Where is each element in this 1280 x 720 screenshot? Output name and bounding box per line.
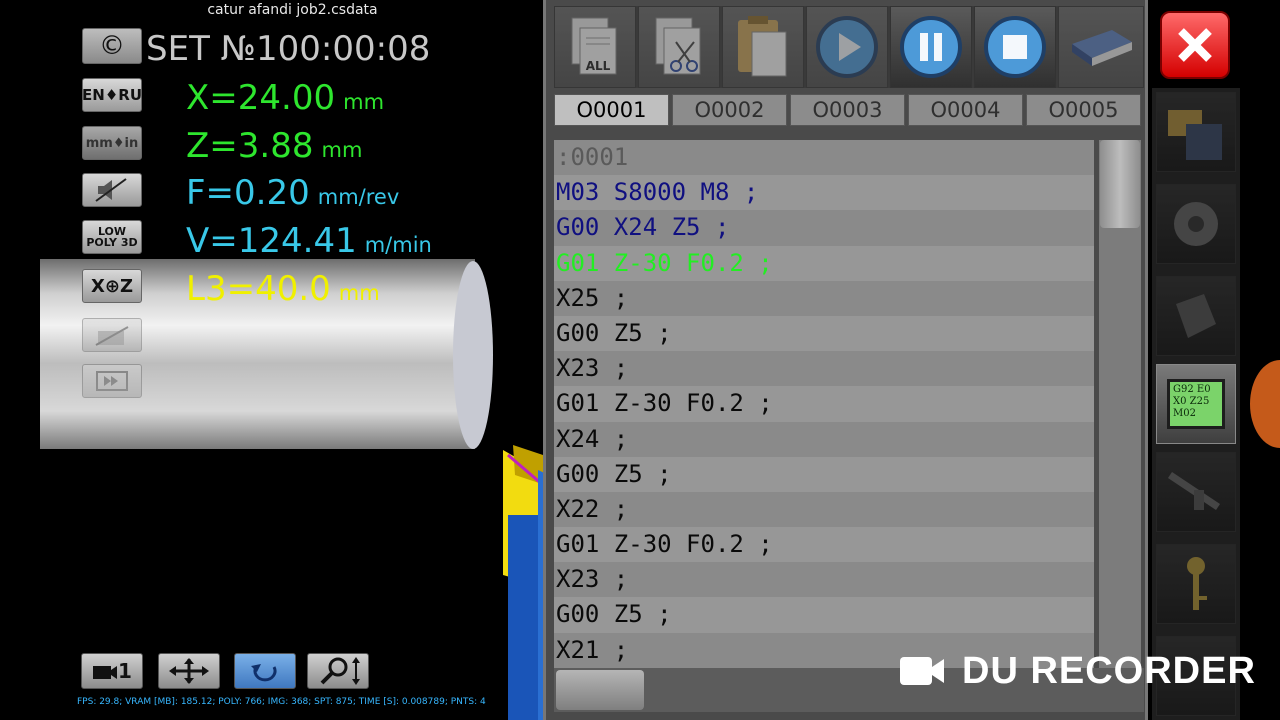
- sound-mute-button[interactable]: [82, 173, 142, 207]
- tab-o0005[interactable]: O0005: [1026, 94, 1141, 126]
- code-line[interactable]: X22 ;: [554, 491, 1094, 528]
- gcode-screen-icon: G92 E0 X0 Z25 M02: [1167, 379, 1225, 429]
- chuck-icon: [1174, 202, 1218, 246]
- code-line[interactable]: :0001: [554, 140, 1094, 176]
- fast-forward-icon: [96, 371, 128, 391]
- key-icon: [1187, 557, 1207, 610]
- caliper-icon: [1168, 472, 1220, 510]
- readout-z-unit: mm: [321, 138, 363, 162]
- code-line[interactable]: X24 ;: [554, 421, 1094, 457]
- copyright-button[interactable]: ©: [82, 28, 142, 64]
- paste-button[interactable]: [722, 6, 804, 88]
- right-tool-column: G92 E0 X0 Z25 M02: [1152, 88, 1240, 720]
- fast-forward-button[interactable]: [82, 364, 142, 398]
- stop-icon: [984, 16, 1046, 78]
- zoom-button[interactable]: [307, 653, 369, 689]
- pan-button[interactable]: [158, 653, 220, 689]
- watermark-text: DU RECORDER: [962, 649, 1256, 692]
- performance-stats: FPS: 29.8; VRAM [MB]: 185.12; POLY: 766;…: [77, 697, 486, 707]
- side-menu-handle[interactable]: [1250, 360, 1280, 448]
- chart-toggle-button[interactable]: [82, 318, 142, 352]
- pause-icon: [900, 16, 962, 78]
- key-button[interactable]: [1156, 544, 1236, 624]
- set-time-label: SET №100:00:08: [146, 29, 431, 69]
- rotate-button[interactable]: [234, 653, 296, 689]
- readout-z: Z=3.88 mm: [186, 126, 362, 166]
- caliper-button[interactable]: [1156, 452, 1236, 532]
- chuck-button[interactable]: [1156, 184, 1236, 264]
- readout-length-value: L3=40.0: [186, 269, 331, 309]
- code-line[interactable]: G01 Z-30 F0.2 ;: [554, 386, 1094, 422]
- code-line[interactable]: G00 Z5 ;: [554, 456, 1094, 492]
- program-toolbar: ALL: [554, 6, 1144, 88]
- low-poly-3d-button[interactable]: LOW POLY 3D: [82, 220, 142, 254]
- window-title: catur afandi job2.csdata: [207, 2, 378, 18]
- video-camera-icon: [900, 657, 944, 685]
- move-arrows-icon: [169, 658, 209, 684]
- code-line[interactable]: X25 ;: [554, 280, 1094, 316]
- readout-x: X=24.00 mm: [186, 78, 384, 118]
- code-line[interactable]: X23 ;: [554, 351, 1094, 387]
- rotate-icon: [251, 664, 277, 682]
- pause-button[interactable]: [890, 6, 972, 88]
- tool-holder-button[interactable]: [1156, 276, 1236, 356]
- tab-o0004[interactable]: O0004: [908, 94, 1023, 126]
- code-line[interactable]: M03 S8000 M8 ;: [554, 175, 1094, 211]
- code-line[interactable]: G01 Z-30 F0.2 ;: [554, 527, 1094, 563]
- camera-select-button[interactable]: 1: [81, 653, 143, 689]
- stop-button[interactable]: [974, 6, 1056, 88]
- readout-x-value: X=24.00: [186, 78, 336, 118]
- cut-scissors-icon: [655, 17, 701, 75]
- readout-speed-unit: m/min: [364, 233, 432, 257]
- select-all-label: ALL: [586, 59, 611, 73]
- code-line[interactable]: G00 Z5 ;: [554, 597, 1094, 633]
- close-icon: [1178, 28, 1212, 62]
- low-poly-3d-label: LOW POLY 3D: [86, 225, 138, 249]
- gcode-editor[interactable]: :0001 M03 S8000 M8 ; G00 X24 Z5 ; G01 Z-30 …: [554, 140, 1094, 668]
- units-toggle-button[interactable]: mm♦in: [82, 126, 142, 160]
- gcode-screen-button[interactable]: G92 E0 X0 Z25 M02: [1156, 364, 1236, 444]
- vertical-scrollbar[interactable]: [1099, 140, 1141, 668]
- code-line[interactable]: G00 X24 Z5 ;: [554, 210, 1094, 246]
- save-file-button[interactable]: [1156, 92, 1236, 172]
- chart-crossed-icon: [95, 326, 129, 346]
- readout-x-unit: mm: [343, 90, 385, 114]
- play-icon: [816, 16, 878, 78]
- zoom-magnifier-icon: [320, 657, 360, 685]
- speaker-muted-icon: [95, 178, 127, 202]
- readout-feed: F=0.20 mm/rev: [186, 173, 399, 213]
- code-line[interactable]: G01 Z-30 F0.2 ;: [554, 245, 1094, 281]
- tab-o0001[interactable]: O0001: [554, 94, 669, 126]
- xz-axis-button[interactable]: X⊕Z: [82, 269, 142, 303]
- readout-speed-value: V=124.41: [186, 221, 357, 261]
- tool-holder-icon: [1176, 294, 1216, 338]
- readout-length: L3=40.0 mm: [186, 269, 380, 309]
- readout-length-unit: mm: [338, 281, 380, 305]
- horizontal-scroll-thumb[interactable]: [556, 670, 644, 710]
- select-all-button[interactable]: ALL: [554, 6, 636, 88]
- program-tabs: O0001 O0002 O0003 O0004 O0005: [554, 94, 1144, 128]
- vertical-scroll-thumb[interactable]: [1100, 140, 1140, 228]
- readout-speed: V=124.41 m/min: [186, 221, 432, 261]
- tab-o0003[interactable]: O0003: [790, 94, 905, 126]
- recorder-watermark: DU RECORDER: [898, 650, 1258, 692]
- tab-o0002[interactable]: O0002: [672, 94, 787, 126]
- close-button[interactable]: [1160, 11, 1230, 79]
- help-book-button[interactable]: [1058, 6, 1144, 88]
- language-toggle-button[interactable]: EN♦RU: [82, 78, 142, 112]
- readout-z-value: Z=3.88: [186, 126, 314, 166]
- readout-feed-value: F=0.20: [186, 173, 310, 213]
- program-panel: ALL O0001 O0002 O0003 O0004 O0005:0001 …: [543, 0, 1148, 720]
- play-button[interactable]: [806, 6, 888, 88]
- select-all-icon: ALL: [571, 17, 617, 75]
- book-icon: [1072, 30, 1132, 66]
- cut-button[interactable]: [638, 6, 720, 88]
- camera-icon: [93, 666, 118, 679]
- camera-number: 1: [118, 659, 132, 683]
- code-line[interactable]: X23 ;: [554, 562, 1094, 598]
- folder-disk-icon: [1168, 110, 1222, 160]
- paste-clipboard-icon: [738, 16, 787, 77]
- readout-feed-unit: mm/rev: [317, 185, 400, 209]
- code-line[interactable]: G00 Z5 ;: [554, 315, 1094, 352]
